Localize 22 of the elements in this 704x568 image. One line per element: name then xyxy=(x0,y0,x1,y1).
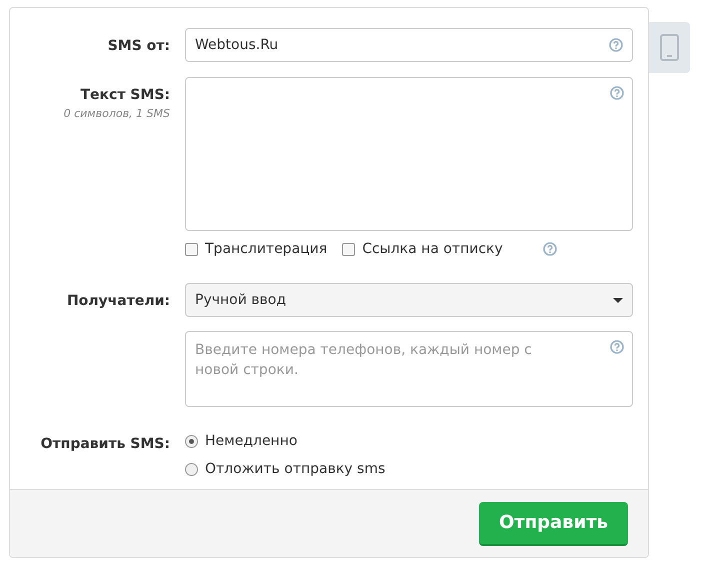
radio-button[interactable] xyxy=(185,462,198,476)
recipients-dropdown[interactable]: Ручной ввод xyxy=(185,283,633,317)
help-icon[interactable] xyxy=(609,38,623,52)
radio-label[interactable]: Отложить отправку sms xyxy=(205,458,386,480)
field-label: Текст SMS: xyxy=(80,86,170,105)
character-counter: 0 символов, 1 SMS xyxy=(64,106,170,122)
tablet-icon xyxy=(660,34,679,61)
side-tab[interactable] xyxy=(649,22,690,73)
field-label: Отправить SMS: xyxy=(40,436,170,452)
radio-button[interactable] xyxy=(185,434,198,448)
help-icon[interactable] xyxy=(542,242,557,256)
field-label: SMS от: xyxy=(108,38,170,54)
checkbox[interactable] xyxy=(185,242,198,256)
radio-label[interactable]: Немедленно xyxy=(205,430,298,452)
sender-field[interactable]: Webtous.Ru xyxy=(185,28,633,62)
caret-icon xyxy=(613,298,623,302)
checkbox-label[interactable]: Транслитерация xyxy=(205,238,328,260)
field-label: Получатели: xyxy=(66,293,170,309)
help-icon[interactable] xyxy=(610,86,624,100)
help-icon[interactable] xyxy=(610,340,624,354)
checkbox-label[interactable]: Ссылка на отписку xyxy=(362,238,503,260)
checkbox[interactable] xyxy=(342,242,356,256)
